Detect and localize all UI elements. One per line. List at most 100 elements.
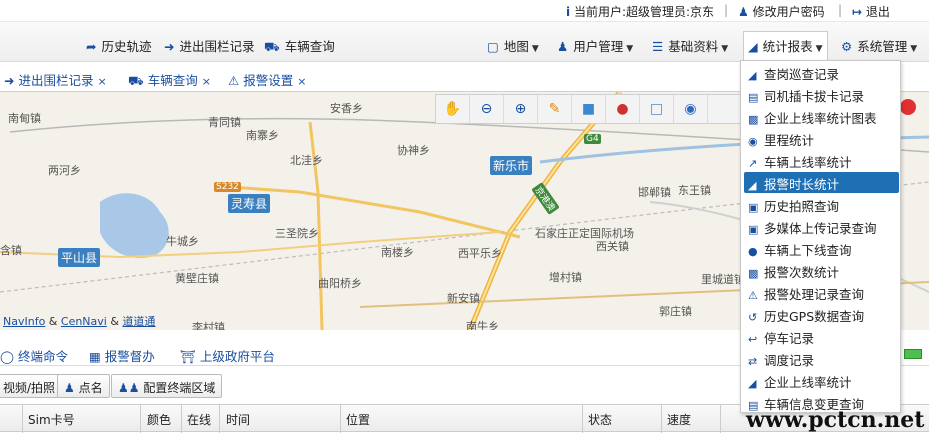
rollcall-button[interactable]: ♟ 点名 <box>57 374 110 398</box>
close-icon[interactable] <box>900 99 916 115</box>
stats-report-dropdown: ◢ 查岗巡查记录 ▤ 司机插卡拔卡记录 ▩ 企业上线率统计图表 ◉ 里程统计 ↗ 车辆上线… <box>740 60 901 413</box>
tab-vehicle-query[interactable]: ⛟ 车辆查询 × <box>128 70 211 90</box>
column-status[interactable]: 状态 <box>588 411 612 428</box>
map-label: 郭庄镇 <box>659 305 692 318</box>
map-label: 南寨乡 <box>246 129 279 142</box>
close-icon[interactable]: × <box>297 75 306 88</box>
menu-item-multimedia-upload[interactable]: ▣ 多媒体上传记录查询 <box>744 216 899 237</box>
nav-fence-record-label: 进出围栏记录 <box>179 39 255 54</box>
nav-stats-report[interactable]: ◢ 统计报表 ▼ <box>743 31 828 61</box>
attribution-cennavi[interactable]: CenNavi <box>61 315 107 328</box>
menu-item-label: 查岗巡查记录 <box>764 67 840 82</box>
column-time[interactable]: 时间 <box>226 411 250 428</box>
nav-fence-record[interactable]: ➜ 进出围栏记录 <box>164 36 255 55</box>
nav-history-track[interactable]: ➦ 历史轨迹 <box>86 36 152 55</box>
change-password-link[interactable]: ♟ 修改用户密码 <box>738 3 825 20</box>
column-divider <box>661 405 662 433</box>
nav-history-track-label: 历史轨迹 <box>101 39 152 54</box>
map-label: 李村镇 <box>192 321 225 330</box>
random-icon: ⇄ <box>748 355 758 368</box>
add-marker-icon[interactable]: ● <box>606 95 640 123</box>
zoom-in-icon[interactable]: ⊕ <box>504 95 538 123</box>
menu-item-mileage[interactable]: ◉ 里程统计 <box>744 128 899 149</box>
menu-item-history-photo[interactable]: ▣ 历史拍照查询 <box>744 194 899 215</box>
globe-icon[interactable]: ◉ <box>674 95 708 123</box>
column-sim[interactable]: Sim卡号 <box>28 411 75 428</box>
user-icon: ♟ <box>557 39 569 54</box>
column-location[interactable]: 位置 <box>346 411 370 428</box>
menu-item-patrol-record[interactable]: ◢ 查岗巡查记录 <box>744 62 899 83</box>
picture-icon: ▣ <box>748 201 759 214</box>
column-color[interactable]: 颜色 <box>147 411 171 428</box>
map-label: 西关镇 <box>596 240 629 253</box>
map-label: 南甸镇 <box>8 112 41 125</box>
menu-item-label: 历史GPS数据查询 <box>764 309 865 324</box>
comment-icon: ◯ <box>0 349 14 364</box>
map-label: 南楼乡 <box>381 246 414 259</box>
close-icon[interactable]: × <box>97 75 106 88</box>
menu-item-vehicle-online-rate[interactable]: ↗ 车辆上线率统计 <box>744 150 899 171</box>
pan-hand-icon[interactable]: ✋ <box>436 95 470 123</box>
column-divider <box>219 405 220 433</box>
database-icon: ☰ <box>652 39 664 54</box>
config-area-button[interactable]: ♟♟ 配置终端区域 <box>111 374 223 398</box>
menu-item-history-gps[interactable]: ↺ 历史GPS数据查询 <box>744 304 899 325</box>
map-label: 曲阳桥乡 <box>318 277 362 290</box>
tab-label: 报警督办 <box>104 349 155 364</box>
users-icon: ♟♟ <box>118 381 140 395</box>
tab-fence-record[interactable]: ➜ 进出围栏记录 × <box>4 70 107 89</box>
video-photo-button[interactable]: 视频/拍照 <box>0 374 63 398</box>
nav-base-data[interactable]: ☰ 基础资料 ▼ <box>652 36 728 55</box>
menu-item-alarm-handling[interactable]: ⚠ 报警处理记录查询 <box>744 282 899 303</box>
road-shield: S232 <box>214 182 241 192</box>
map-label: 含镇 <box>0 244 22 257</box>
menu-item-enterprise-online[interactable]: ◢ 企业上线率统计 <box>744 370 899 391</box>
line-chart-icon: ↗ <box>748 157 758 170</box>
menu-item-label: 报警处理记录查询 <box>764 287 865 302</box>
current-user-label: 当前用户:超级管理员:京东 <box>573 5 715 19</box>
nav-map[interactable]: ▢ 地图 ▼ <box>487 36 539 55</box>
map-label: 协神乡 <box>397 144 430 157</box>
bank-icon: ⛩ <box>180 349 196 364</box>
area-chart-icon: ◢ <box>748 39 758 54</box>
map-attribution: NavInfo & CenNavi & 道道通 <box>3 315 156 328</box>
menu-item-vehicle-online-offline[interactable]: ● 车辆上下线查询 <box>744 238 899 259</box>
button-label: 点名 <box>78 381 103 395</box>
attribution-navinfo[interactable]: NavInfo <box>3 315 45 328</box>
column-speed[interactable]: 速度 <box>667 411 691 428</box>
nav-vehicle-query[interactable]: ⛟ 车辆查询 <box>264 36 335 56</box>
history-icon: ↺ <box>748 311 758 324</box>
menu-item-driver-card[interactable]: ▤ 司机插卡拔卡记录 <box>744 84 899 105</box>
tab-alarm-settings[interactable]: ⚠ 报警设置 × <box>228 70 306 89</box>
caret-down-icon: ▼ <box>721 44 729 54</box>
warning-icon: ⚠ <box>748 289 758 302</box>
tab-gov-platform[interactable]: ⛩ 上级政府平台 <box>180 346 275 365</box>
menu-item-alarm-count[interactable]: ▩ 报警次数统计 <box>744 260 899 281</box>
edit-icon[interactable]: □ <box>640 95 674 123</box>
nav-user-mgmt[interactable]: ♟ 用户管理 ▼ <box>557 36 633 55</box>
logout-link[interactable]: ↦ 退出 <box>852 3 890 20</box>
area-chart-icon: ◢ <box>748 377 757 390</box>
tab-terminal-command[interactable]: ◯ 终端命令 <box>0 346 68 365</box>
change-password-label: 修改用户密码 <box>752 5 825 19</box>
menu-item-dispatch-record[interactable]: ⇄ 调度记录 <box>744 348 899 369</box>
dashboard-icon: ◉ <box>748 135 758 148</box>
menu-item-enterprise-online-chart[interactable]: ▩ 企业上线率统计图表 <box>744 106 899 127</box>
column-divider <box>720 405 721 433</box>
tab-alarm-supervise[interactable]: ▦ 报警督办 <box>89 346 155 365</box>
menu-item-label: 停车记录 <box>764 331 815 346</box>
tab-label: 终端命令 <box>17 349 68 364</box>
attribution-daodaotong[interactable]: 道道通 <box>122 315 155 328</box>
area-chart-icon: ◢ <box>748 179 757 192</box>
zoom-out-icon[interactable]: ⊖ <box>470 95 504 123</box>
nav-system-mgmt[interactable]: ⚙ 系统管理 ▼ <box>841 36 917 55</box>
more-icon[interactable] <box>708 95 742 123</box>
close-icon[interactable]: × <box>202 75 211 88</box>
menu-item-parking-record[interactable]: ↩ 停车记录 <box>744 326 899 347</box>
column-online[interactable]: 在线 <box>187 411 211 428</box>
menu-item-label: 车辆上下线查询 <box>764 243 852 258</box>
divider: | <box>838 3 843 17</box>
menu-item-alarm-duration[interactable]: ◢ 报警时长统计 <box>744 172 899 193</box>
measure-icon[interactable]: ✎ <box>538 95 572 123</box>
rectangle-icon[interactable]: ■ <box>572 95 606 123</box>
